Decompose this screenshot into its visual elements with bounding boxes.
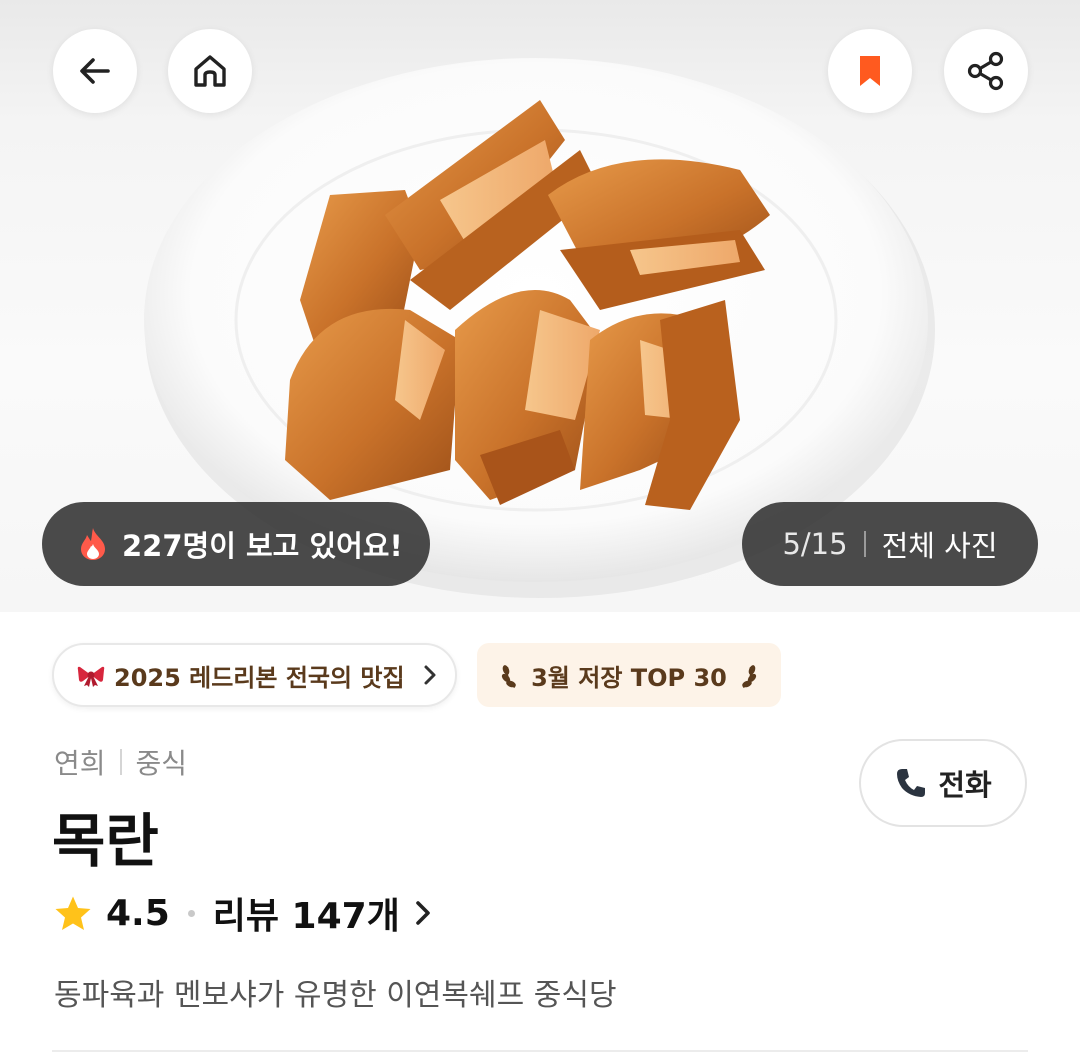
star-icon [54, 895, 92, 931]
share-button[interactable] [944, 29, 1028, 113]
share-icon [967, 51, 1004, 91]
section-divider [52, 1050, 1028, 1052]
all-photos-label: 전체 사진 [881, 529, 998, 563]
restaurant-description: 동파육과 멘보샤가 유명한 이연복쉐프 중식당 [54, 978, 617, 1013]
separator-dot [187, 909, 195, 917]
photo-counter: 5/15 [782, 527, 848, 561]
phone-icon [894, 766, 928, 800]
live-viewers-text: 227명이 보고 있어요! [122, 529, 403, 563]
chevron-right-icon [423, 664, 437, 686]
top30-badge[interactable]: 3월 저장 TOP 30 [477, 643, 781, 707]
laurel-left-icon [501, 661, 521, 689]
call-label: 전화 [938, 768, 992, 802]
home-button[interactable] [168, 29, 252, 113]
home-icon [194, 55, 226, 87]
bookmark-button[interactable] [828, 29, 912, 113]
region-label: 연희 [54, 747, 106, 780]
reviews-link[interactable]: 리뷰 147개 [213, 887, 400, 939]
fire-icon [78, 526, 108, 562]
rating-row[interactable]: 4.5 리뷰 147개 [54, 886, 432, 940]
all-photos-button[interactable]: 5/15 전체 사진 [742, 502, 1038, 586]
back-button[interactable] [53, 29, 137, 113]
cuisine-label: 중식 [135, 747, 188, 780]
laurel-right-icon [737, 661, 757, 689]
live-viewers-badge: 227명이 보고 있어요! [42, 502, 430, 586]
bookmark-icon [860, 56, 880, 86]
ribbon-icon [76, 663, 106, 687]
category-breadcrumb: 연희 중식 [54, 742, 187, 782]
arrow-left-icon [80, 58, 110, 84]
top30-label: 3월 저장 TOP 30 [531, 663, 727, 692]
rating-score: 4.5 [106, 892, 170, 934]
hero-photo-area[interactable]: 227명이 보고 있어요! 5/15 전체 사진 [0, 0, 1080, 612]
redribbon-badge[interactable]: 2025 레드리본 전국의 맛집 [52, 643, 457, 707]
redribbon-label: 2025 레드리본 전국의 맛집 [114, 663, 405, 692]
chevron-right-icon [414, 899, 432, 927]
divider [863, 531, 866, 557]
call-button[interactable]: 전화 [859, 739, 1027, 827]
divider [119, 749, 122, 775]
restaurant-name: 목란 [52, 807, 159, 875]
